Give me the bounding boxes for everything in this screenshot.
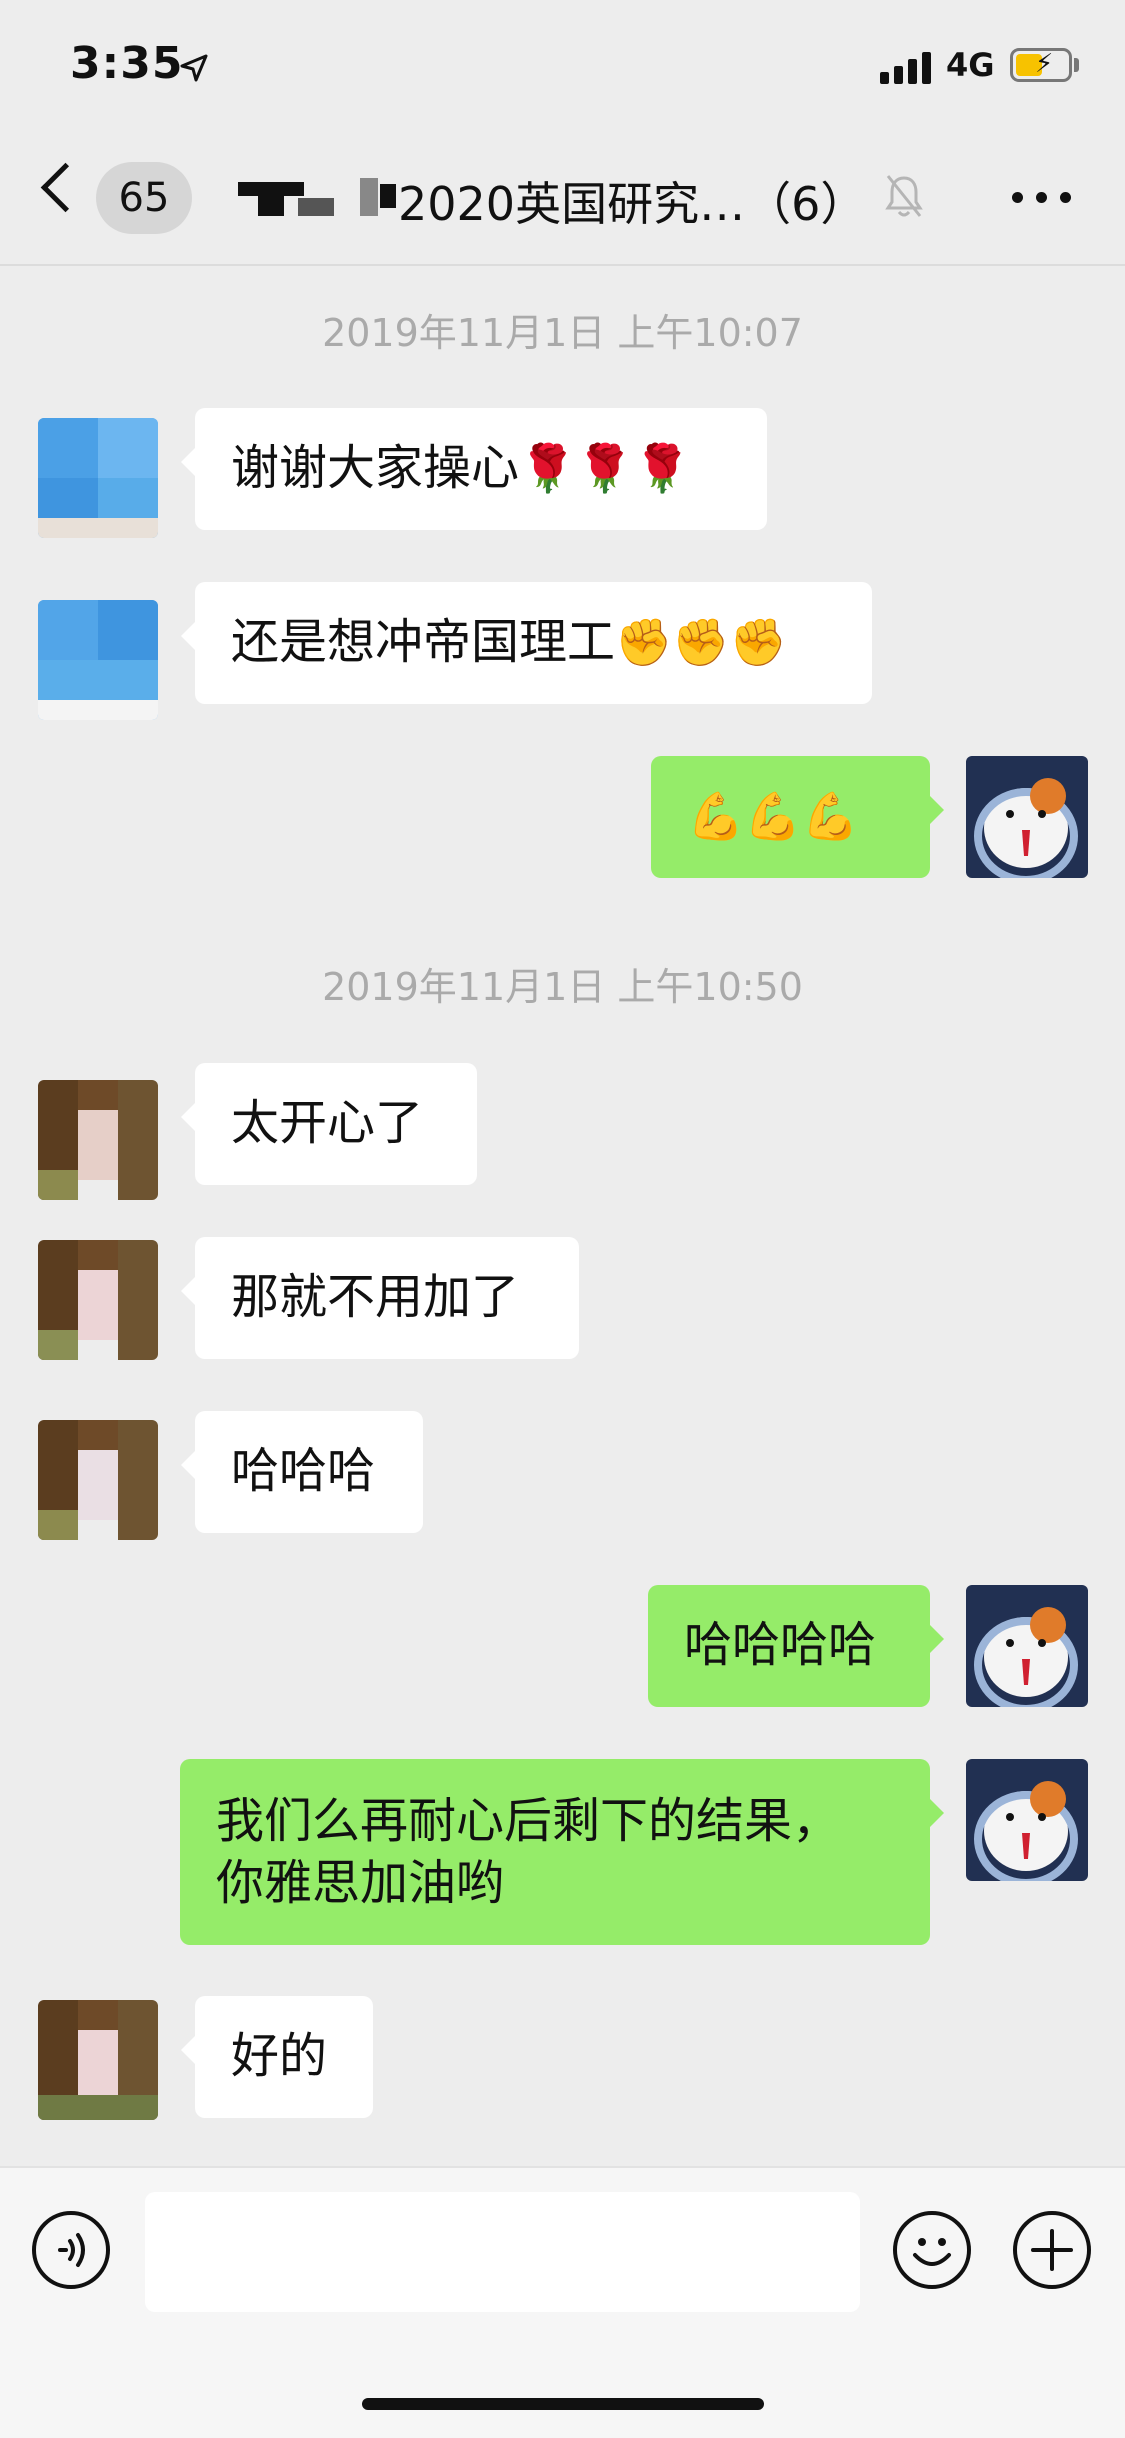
fist-emoji: ✊✊✊ — [615, 615, 787, 669]
unread-count-badge[interactable]: 65 — [96, 162, 192, 234]
nav-divider — [0, 264, 1125, 266]
status-time: 3:35 — [70, 38, 184, 89]
battery-tip — [1074, 58, 1079, 72]
avatar[interactable] — [38, 2000, 158, 2120]
location-arrow-icon — [180, 54, 208, 82]
self-avatar[interactable] — [966, 1759, 1088, 1881]
redacted-title-prefix — [238, 178, 398, 218]
message-text: 哈哈哈哈 — [684, 1617, 877, 1673]
back-icon[interactable] — [40, 162, 91, 213]
message-text-line: 我们么再耐心后剩下的结果， — [216, 1793, 841, 1849]
self-avatar[interactable] — [966, 756, 1088, 878]
self-avatar[interactable] — [966, 1585, 1088, 1707]
message-text: 哈哈哈 — [231, 1443, 376, 1499]
message-bubble-sent[interactable]: 我们么再耐心后剩下的结果， 你雅思加油哟 — [180, 1759, 944, 1945]
more-icon[interactable] — [1012, 192, 1072, 204]
message-text: 太开心了 — [231, 1095, 424, 1151]
message-bubble[interactable]: 哈哈哈 — [181, 1411, 423, 1533]
message-text: 谢谢大家操心 — [231, 440, 520, 496]
network-type: 4G — [946, 46, 995, 84]
message-text-line: 你雅思加油哟 — [216, 1855, 505, 1911]
plus-icon[interactable] — [1013, 2211, 1091, 2289]
timestamp: 2019年11月1日 上午10:07 — [322, 311, 803, 355]
avatar[interactable] — [38, 1420, 158, 1540]
avatar[interactable] — [38, 1240, 158, 1360]
message-bubble[interactable]: 那就不用加了 — [181, 1237, 579, 1359]
avatar[interactable] — [38, 600, 158, 720]
signal-icon — [880, 52, 936, 84]
avatar[interactable] — [38, 1080, 158, 1200]
rose-emoji: 🌹🌹🌹 — [519, 441, 691, 495]
message-bubble-sent[interactable]: 哈哈哈哈 — [648, 1585, 944, 1707]
voice-icon[interactable] — [32, 2211, 110, 2289]
avatar[interactable] — [38, 418, 158, 538]
home-indicator — [362, 2398, 764, 2410]
message-bubble[interactable]: 好的 — [181, 1996, 373, 2118]
message-bubble[interactable]: 太开心了 — [181, 1063, 477, 1185]
message-text: 好的 — [231, 2028, 328, 2084]
message-bubble[interactable]: 还是想冲帝国理工✊✊✊ — [181, 582, 872, 704]
message-input[interactable] — [145, 2192, 860, 2312]
message-bubble[interactable]: 谢谢大家操心🌹🌹🌹 — [181, 408, 767, 530]
emoji-face-icon[interactable] — [893, 2211, 971, 2289]
battery-icon: ⚡ — [1010, 48, 1072, 82]
message-text: 那就不用加了 — [231, 1269, 520, 1325]
message-text: 还是想冲帝国理工 — [231, 614, 616, 670]
timestamp: 2019年11月1日 上午10:50 — [322, 965, 803, 1009]
message-bubble-sent[interactable]: 💪💪💪 — [651, 756, 944, 878]
bell-muted-icon — [885, 175, 923, 217]
chat-title[interactable]: 2020英国研究…（6） — [398, 168, 866, 234]
muscle-emoji: 💪💪💪 — [687, 789, 859, 843]
